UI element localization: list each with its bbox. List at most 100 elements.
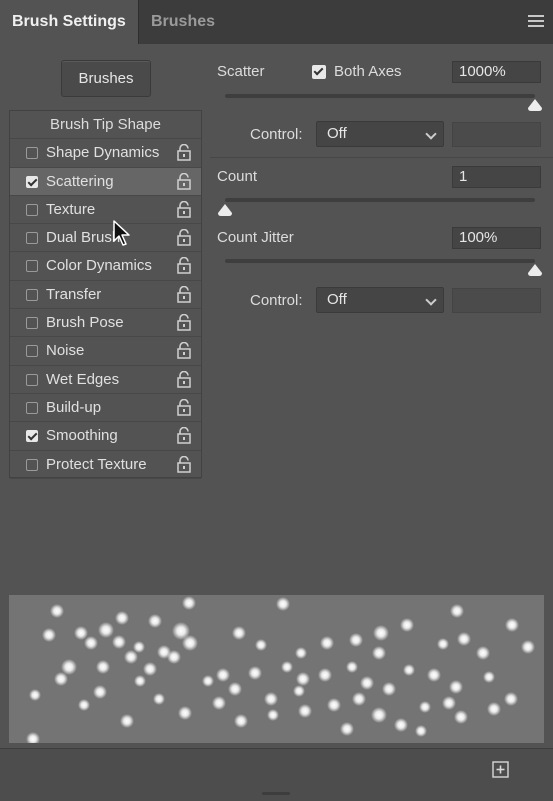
brush-option-checkbox[interactable] <box>26 401 38 414</box>
brush-option-checkbox[interactable] <box>26 232 38 245</box>
brush-option-checkbox[interactable] <box>26 203 38 216</box>
brush-option-checkbox[interactable] <box>26 147 38 160</box>
brush-option-protect-texture[interactable]: Protect Texture <box>10 451 201 479</box>
scatter-value-field[interactable]: 1000% <box>452 61 541 83</box>
brush-dab <box>372 646 386 660</box>
brush-option-scattering[interactable]: Scattering <box>10 167 201 196</box>
lock-icon[interactable] <box>177 228 191 246</box>
brush-option-dual-brush[interactable]: Dual Brush <box>10 224 201 253</box>
lock-icon[interactable] <box>177 285 191 303</box>
brush-option-label: Brush Pose <box>46 314 124 332</box>
section-divider <box>210 157 553 158</box>
brush-option-label: Color Dynamics <box>46 257 152 275</box>
brush-dab <box>298 704 312 718</box>
scatter-control-label: Control: <box>250 126 303 143</box>
brush-option-checkbox[interactable] <box>26 317 38 330</box>
lock-icon[interactable] <box>177 172 191 190</box>
new-brush-icon[interactable] <box>492 761 509 778</box>
lock-icon[interactable] <box>177 342 191 360</box>
brush-dab <box>394 718 408 732</box>
count-jitter-label: Count Jitter <box>217 229 294 246</box>
brush-dab <box>232 626 246 640</box>
lock-icon[interactable] <box>177 455 191 473</box>
tab-brushes[interactable]: Brushes <box>139 0 227 44</box>
brush-dab <box>281 661 293 673</box>
brush-option-brush-tip-shape[interactable]: Brush Tip Shape <box>10 111 201 140</box>
brush-option-texture[interactable]: Texture <box>10 196 201 225</box>
brush-dab <box>248 666 262 680</box>
brush-option-label: Noise <box>46 342 85 360</box>
lock-icon[interactable] <box>177 144 191 162</box>
brush-dab <box>327 698 341 712</box>
brush-dab <box>98 622 114 638</box>
lock-icon[interactable] <box>177 398 191 416</box>
brush-option-color-dynamics[interactable]: Color Dynamics <box>10 252 201 281</box>
brush-option-transfer[interactable]: Transfer <box>10 281 201 310</box>
brush-option-wet-edges[interactable]: Wet Edges <box>10 366 201 394</box>
brush-dab <box>427 668 441 682</box>
count-value-field[interactable]: 1 <box>452 166 541 188</box>
brush-dab <box>320 636 334 650</box>
count-jitter-control-dropdown[interactable]: Off <box>316 287 444 313</box>
scatter-label: Scatter <box>217 63 265 80</box>
brush-dab <box>148 614 162 628</box>
brush-option-shape-dynamics[interactable]: Shape Dynamics <box>10 139 201 168</box>
brush-option-checkbox[interactable] <box>26 345 38 358</box>
brush-dab <box>505 618 519 632</box>
brush-dab <box>487 702 501 716</box>
brush-dab <box>124 650 138 664</box>
brush-dab <box>349 633 363 647</box>
brush-option-label: Texture <box>46 200 96 218</box>
brush-dab <box>134 675 146 687</box>
tab-brush-settings[interactable]: Brush Settings <box>0 0 138 44</box>
brush-dab <box>264 692 278 706</box>
count-jitter-value-field[interactable]: 100% <box>452 227 541 249</box>
brush-dab <box>78 699 90 711</box>
lock-icon[interactable] <box>177 313 191 331</box>
lock-icon[interactable] <box>177 426 191 445</box>
both-axes-checkbox[interactable] <box>312 65 326 79</box>
brush-option-checkbox[interactable] <box>26 260 38 273</box>
brush-dab <box>318 668 332 682</box>
brush-dab <box>454 710 468 724</box>
resize-grip[interactable] <box>262 792 290 795</box>
brush-dab <box>360 676 374 690</box>
count-jitter-slider-thumb[interactable] <box>526 263 544 277</box>
brush-option-label: Wet Edges <box>46 370 120 388</box>
brush-option-checkbox[interactable] <box>26 175 38 188</box>
brush-dab <box>216 668 230 682</box>
brush-option-noise[interactable]: Noise <box>10 337 201 366</box>
brush-option-checkbox[interactable] <box>26 430 38 443</box>
brush-option-smoothing[interactable]: Smoothing <box>10 422 201 451</box>
count-jitter-control-value: Off <box>327 291 347 308</box>
brush-option-checkbox[interactable] <box>26 288 38 301</box>
brush-dab <box>112 635 126 649</box>
brush-dab <box>483 671 495 683</box>
count-jitter-control-label: Control: <box>250 292 303 309</box>
lock-icon[interactable] <box>177 370 191 388</box>
brushes-button[interactable]: Brushes <box>61 60 151 97</box>
scatter-control-dropdown[interactable]: Off <box>316 121 444 147</box>
count-slider-thumb[interactable] <box>216 203 234 217</box>
brush-option-build-up[interactable]: Build-up <box>10 394 201 423</box>
brush-option-label: Protect Texture <box>46 455 147 473</box>
lock-icon[interactable] <box>177 200 191 218</box>
brush-option-label: Smoothing <box>46 427 118 445</box>
brush-dab <box>437 638 449 650</box>
brush-option-label: Brush Tip Shape <box>50 116 161 133</box>
brush-dab <box>182 635 198 651</box>
count-jitter-slider-track[interactable] <box>225 259 535 263</box>
count-slider-track[interactable] <box>225 198 535 202</box>
lock-icon[interactable] <box>177 257 191 275</box>
scatter-slider-track[interactable] <box>225 94 535 98</box>
brush-option-label: Shape Dynamics <box>46 144 160 162</box>
brush-option-checkbox[interactable] <box>26 458 38 471</box>
hamburger-menu-icon[interactable] <box>528 15 544 27</box>
brush-dab <box>403 664 415 676</box>
scatter-slider-thumb[interactable] <box>526 98 544 112</box>
chevron-down-icon <box>425 128 437 140</box>
brush-option-checkbox[interactable] <box>26 373 38 386</box>
brush-option-brush-pose[interactable]: Brush Pose <box>10 309 201 338</box>
scatter-dots-preview <box>26 596 535 743</box>
brush-dab <box>50 604 64 618</box>
